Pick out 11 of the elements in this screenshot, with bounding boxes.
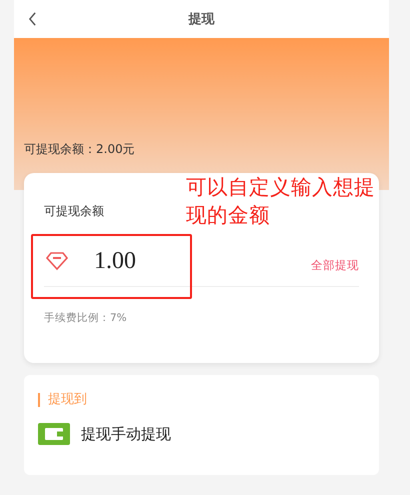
section-title: 提现到: [38, 393, 87, 407]
wallet-icon: [38, 423, 70, 445]
balance-label: 可提现余额: [44, 203, 104, 220]
fee-text: 手续费比例：7%: [44, 311, 128, 325]
back-icon[interactable]: [28, 12, 37, 26]
annotation-text: 可以自定义输入想提现的金额: [186, 174, 376, 229]
balance-text: 可提现余额：2.00元: [24, 141, 135, 158]
diamond-icon: [46, 251, 68, 271]
method-label[interactable]: 提现手动提现: [81, 424, 171, 444]
page-title: 提现: [188, 11, 214, 28]
amount-input[interactable]: 1.00: [94, 248, 194, 274]
